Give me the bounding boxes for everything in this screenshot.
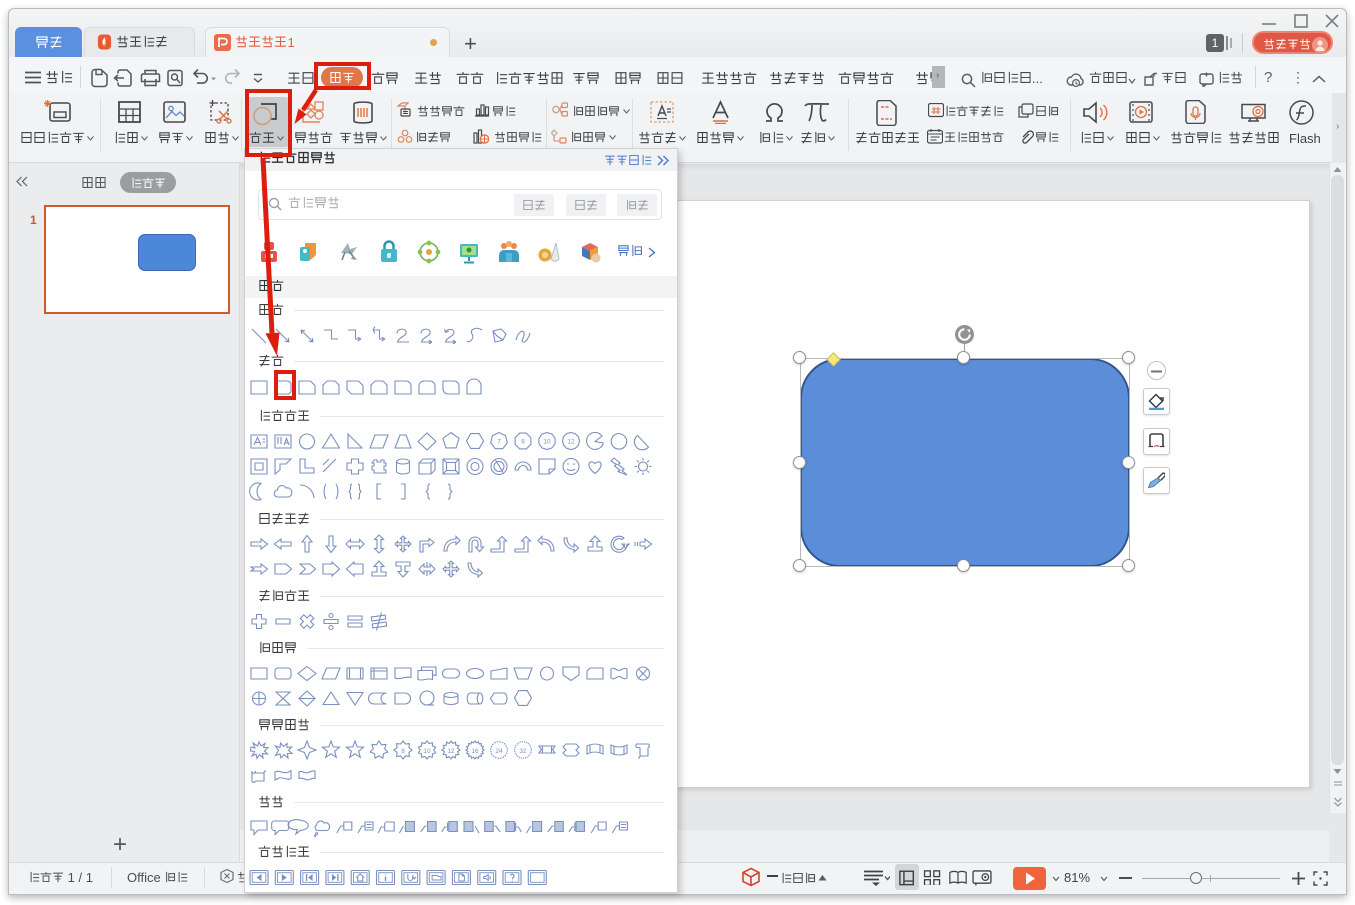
svg-text:12: 12 <box>447 748 455 755</box>
svg-text:16: 16 <box>471 748 479 755</box>
svg-text:7: 7 <box>497 439 501 446</box>
svg-text:8: 8 <box>401 748 405 755</box>
svg-text:32: 32 <box>519 748 527 755</box>
svg-text:12: 12 <box>567 439 575 446</box>
svg-text:24: 24 <box>495 748 503 755</box>
svg-text:8: 8 <box>521 439 525 446</box>
svg-text:10: 10 <box>423 748 431 755</box>
svg-text:10: 10 <box>543 439 551 446</box>
